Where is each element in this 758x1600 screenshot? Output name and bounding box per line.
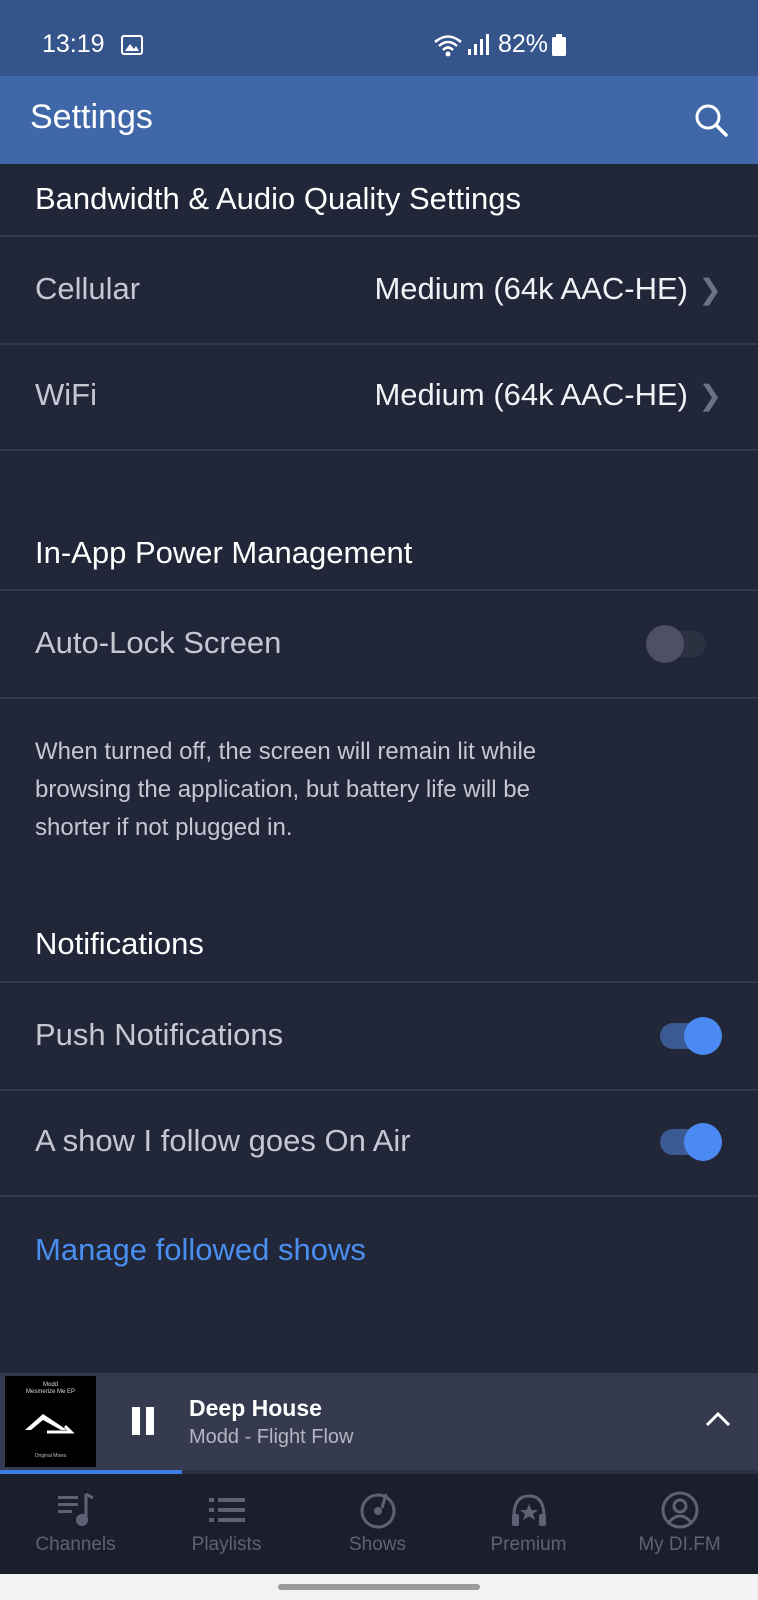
- tab-label: My DI.FM: [638, 1534, 721, 1555]
- cellular-quality-row[interactable]: Cellular Medium (64k AAC-HE) ❯: [0, 235, 758, 345]
- signal-icon: [468, 34, 489, 55]
- image-icon: [121, 35, 143, 55]
- push-notifications-label: Push Notifications: [35, 1017, 284, 1052]
- tab-label: Premium: [490, 1534, 567, 1555]
- on-air-label: A show I follow goes On Air: [35, 1123, 411, 1158]
- auto-lock-description: When turned off, the screen will remain …: [35, 738, 537, 841]
- premium-icon: [511, 1494, 546, 1526]
- home-indicator[interactable]: [278, 1584, 480, 1590]
- page-title: Settings: [30, 98, 153, 136]
- status-time: 13:19: [42, 30, 105, 58]
- tab-premium[interactable]: Premium: [453, 1474, 604, 1574]
- tab-shows[interactable]: Shows: [302, 1474, 453, 1574]
- status-bar: 13:19 82%: [0, 0, 758, 76]
- notifications-section-header: Notifications: [35, 926, 204, 961]
- bandwidth-section-header: Bandwidth & Audio Quality Settings: [35, 181, 521, 216]
- manage-followed-shows-link[interactable]: Manage followed shows: [35, 1232, 366, 1268]
- now-playing-subtitle: Modd - Flight Flow: [189, 1426, 354, 1448]
- auto-lock-row: Auto-Lock Screen: [0, 589, 758, 699]
- auto-lock-toggle[interactable]: [646, 625, 706, 663]
- album-art: Modd Mesmerize Me EP Original Mixes: [5, 1376, 96, 1467]
- shows-icon: [360, 1493, 395, 1529]
- push-notifications-toggle[interactable]: [660, 1017, 722, 1055]
- chevron-right-icon: ❯: [698, 380, 722, 411]
- bottom-tab-bar: Channels Playlists Shows Premium My DI.F…: [0, 1474, 758, 1574]
- toggle-knob: [684, 1017, 722, 1055]
- battery-percent: 82%: [498, 30, 549, 58]
- album-art-artist: Modd: [42, 1382, 58, 1388]
- wifi-quality-row[interactable]: WiFi Medium (64k AAC-HE) ❯: [0, 343, 758, 451]
- navigation-gesture-bar: [0, 1574, 758, 1600]
- wifi-label: WiFi: [35, 377, 97, 412]
- app-bar: Settings: [0, 76, 758, 164]
- mini-player[interactable]: Modd Mesmerize Me EP Original Mixes Deep…: [0, 1373, 758, 1470]
- wifi-icon: [434, 35, 462, 57]
- profile-icon: [661, 1491, 698, 1529]
- tab-label: Channels: [35, 1534, 116, 1555]
- toggle-knob: [684, 1123, 722, 1161]
- tab-label: Playlists: [191, 1534, 262, 1555]
- power-section-header: In-App Power Management: [35, 535, 413, 570]
- on-air-toggle[interactable]: [660, 1123, 722, 1161]
- tab-label: Shows: [348, 1534, 407, 1555]
- on-air-row: A show I follow goes On Air: [0, 1089, 758, 1197]
- tab-my-difm[interactable]: My DI.FM: [604, 1474, 755, 1574]
- tab-playlists[interactable]: Playlists: [151, 1474, 302, 1574]
- tab-channels[interactable]: Channels: [0, 1474, 151, 1574]
- cellular-value: Medium (64k AAC-HE): [374, 271, 688, 306]
- now-playing-title: Deep House: [189, 1395, 322, 1421]
- album-logo-icon: [25, 1414, 75, 1434]
- push-notifications-row: Push Notifications: [0, 981, 758, 1091]
- battery-icon: [552, 34, 566, 56]
- cellular-label: Cellular: [35, 271, 141, 306]
- playlists-icon: [208, 1498, 245, 1522]
- album-art-album: Mesmerize Me EP: [25, 1389, 75, 1395]
- wifi-value: Medium (64k AAC-HE): [374, 377, 688, 412]
- auto-lock-label: Auto-Lock Screen: [35, 625, 282, 660]
- chevron-right-icon: ❯: [698, 274, 722, 305]
- toggle-knob: [646, 625, 684, 663]
- album-art-footer: Original Mixes: [34, 1453, 67, 1459]
- channels-icon: [57, 1492, 94, 1526]
- search-icon[interactable]: [693, 102, 729, 138]
- chevron-up-icon[interactable]: [705, 1411, 731, 1427]
- pause-icon[interactable]: [130, 1407, 156, 1435]
